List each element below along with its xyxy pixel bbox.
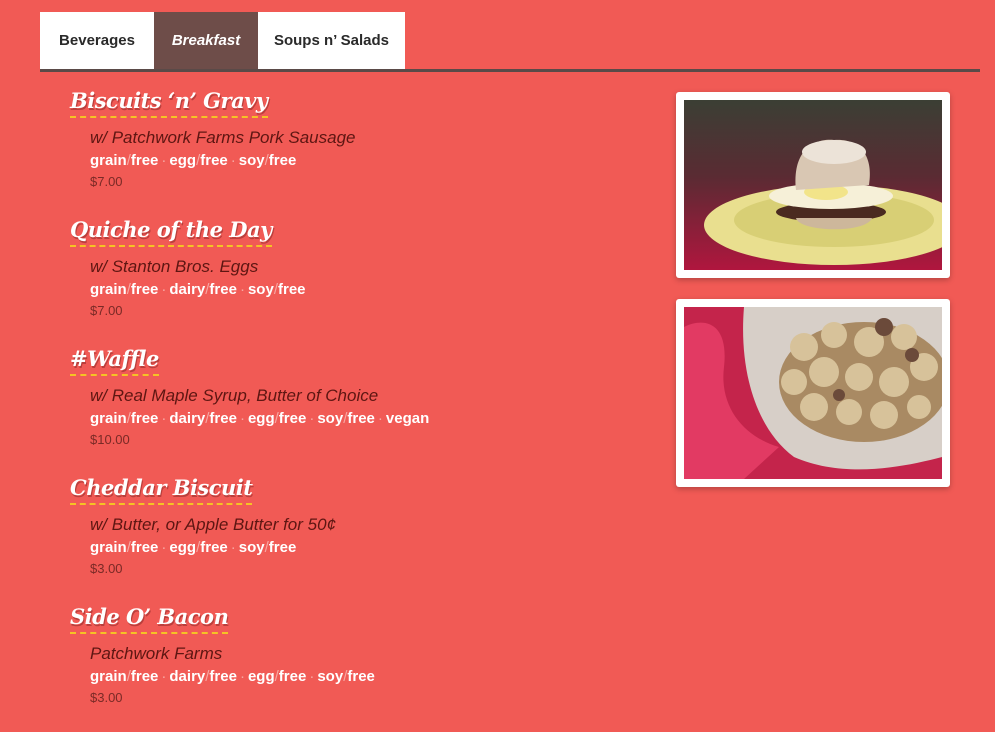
menu-item-body: Patchwork Farms grain/free · dairy/free · egg… bbox=[90, 644, 650, 705]
dietary-tag-word: soy bbox=[317, 410, 344, 427]
tag-separator: · bbox=[377, 410, 383, 427]
menu-item-price: $3.00 bbox=[90, 561, 123, 576]
menu-item-title: #Waffle bbox=[70, 346, 159, 376]
biscuit-sandwich-photo bbox=[676, 92, 950, 278]
tag-separator: · bbox=[161, 668, 167, 685]
tab-breakfast[interactable]: Breakfast bbox=[154, 12, 258, 69]
menu-item-body: w/ Real Maple Syrup, Butter of Choice gra… bbox=[90, 386, 650, 447]
dietary-tags: grain/free · egg/free · soy/free bbox=[90, 539, 650, 556]
dietary-tag-free: free bbox=[200, 539, 228, 556]
dietary-tag-free: free bbox=[130, 539, 159, 556]
tag-separator: · bbox=[239, 668, 245, 685]
dietary-tags: grain/free · egg/free · soy/free bbox=[90, 152, 650, 169]
dietary-tag-word: egg bbox=[169, 152, 197, 169]
breakfast-menu: Biscuits ‘n’ Gravy w/ Patchwork Farms Por… bbox=[70, 86, 650, 731]
menu-item: Side O’ Bacon Patchwork Farms grain/free · d… bbox=[70, 602, 650, 731]
tag-separator: · bbox=[161, 539, 167, 556]
basket-photo bbox=[676, 299, 950, 487]
dietary-tag-free: free bbox=[209, 281, 237, 298]
dietary-tag-word: dairy bbox=[169, 668, 206, 685]
dietary-tag-word: dairy bbox=[169, 410, 206, 427]
dietary-tag-free: free bbox=[130, 668, 159, 685]
dietary-tag-word: soy bbox=[238, 539, 265, 556]
tag-separator: · bbox=[239, 410, 245, 427]
tag-separator: · bbox=[230, 539, 236, 556]
tab-soups-salads[interactable]: Soups n’ Salads bbox=[258, 12, 405, 69]
dietary-tag-free: free bbox=[277, 281, 306, 298]
tag-separator: · bbox=[161, 152, 167, 169]
dietary-tag-free: free bbox=[209, 410, 237, 427]
dietary-tag-free: free bbox=[200, 152, 228, 169]
menu-item-title: Side O’ Bacon bbox=[70, 604, 229, 634]
dietary-tag-word: dairy bbox=[169, 281, 206, 298]
dietary-tag-free: free bbox=[209, 668, 237, 685]
menu-item-title: Cheddar Biscuit bbox=[70, 475, 253, 505]
menu-tabs: Beverages Breakfast Soups n’ Salads bbox=[40, 12, 980, 72]
dietary-tag-free: free bbox=[268, 539, 297, 556]
dietary-tags: grain/free · dairy/free · egg/free · soy/free bbox=[90, 668, 650, 685]
dietary-tag-word: grain bbox=[90, 539, 127, 556]
dietary-tag-free: free bbox=[130, 281, 159, 298]
tag-separator: · bbox=[230, 152, 236, 169]
tag-separator: · bbox=[161, 410, 167, 427]
menu-item-title: Quiche of the Day bbox=[70, 217, 272, 247]
dietary-tags: grain/free · dairy/free · soy/free bbox=[90, 281, 650, 298]
menu-item-description: Patchwork Farms bbox=[90, 644, 223, 663]
menu-item-title: Biscuits ‘n’ Gravy bbox=[70, 88, 268, 118]
tab-beverages[interactable]: Beverages bbox=[40, 12, 154, 69]
menu-item-description: w/ Butter, or Apple Butter for 50¢ bbox=[90, 515, 337, 534]
dietary-tag-word: egg bbox=[247, 410, 275, 427]
dietary-tag-free: free bbox=[130, 410, 159, 427]
dietary-tag-word: soy bbox=[317, 668, 344, 685]
tag-separator: · bbox=[161, 281, 167, 298]
menu-item-body: w/ Butter, or Apple Butter for 50¢ grain/… bbox=[90, 515, 650, 576]
tag-separator: · bbox=[309, 410, 315, 427]
menu-item-body: w/ Stanton Bros. Eggs grain/free · dairy/fr… bbox=[90, 257, 650, 318]
menu-item-price: $10.00 bbox=[90, 432, 130, 447]
dietary-tag-free: free bbox=[130, 152, 159, 169]
dietary-tag-free: free bbox=[268, 152, 297, 169]
menu-item-description: w/ Stanton Bros. Eggs bbox=[90, 257, 259, 276]
menu-item-price: $7.00 bbox=[90, 174, 123, 189]
tag-separator: · bbox=[309, 668, 315, 685]
dietary-tag-word: vegan bbox=[385, 410, 430, 427]
dietary-tag-word: soy bbox=[238, 152, 265, 169]
menu-item: Quiche of the Day w/ Stanton Bros. Eggs gr… bbox=[70, 215, 650, 344]
dietary-tag-word: grain bbox=[90, 410, 127, 427]
menu-item-body: w/ Patchwork Farms Pork Sausage grain/fre… bbox=[90, 128, 650, 189]
dietary-tags: grain/free · dairy/free · egg/free · soy/free ·… bbox=[90, 410, 650, 427]
menu-item-description: w/ Patchwork Farms Pork Sausage bbox=[90, 128, 356, 147]
dietary-tag-word: grain bbox=[90, 152, 127, 169]
dietary-tag-free: free bbox=[347, 668, 375, 685]
tag-separator: · bbox=[239, 281, 245, 298]
dietary-tag-word: egg bbox=[169, 539, 197, 556]
menu-item: Cheddar Biscuit w/ Butter, or Apple Butte… bbox=[70, 473, 650, 602]
menu-item: Biscuits ‘n’ Gravy w/ Patchwork Farms Por… bbox=[70, 86, 650, 215]
menu-item: #Waffle w/ Real Maple Syrup, Butter of Ch… bbox=[70, 344, 650, 473]
dietary-tag-free: free bbox=[347, 410, 375, 427]
dietary-tag-word: soy bbox=[247, 281, 274, 298]
dietary-tag-word: grain bbox=[90, 281, 127, 298]
dietary-tag-free: free bbox=[278, 668, 307, 685]
menu-item-price: $7.00 bbox=[90, 303, 123, 318]
menu-item-description: w/ Real Maple Syrup, Butter of Choice bbox=[90, 386, 379, 405]
dietary-tag-word: grain bbox=[90, 668, 127, 685]
menu-item-price: $3.00 bbox=[90, 690, 123, 705]
dietary-tag-free: free bbox=[278, 410, 307, 427]
dietary-tag-word: egg bbox=[247, 668, 275, 685]
